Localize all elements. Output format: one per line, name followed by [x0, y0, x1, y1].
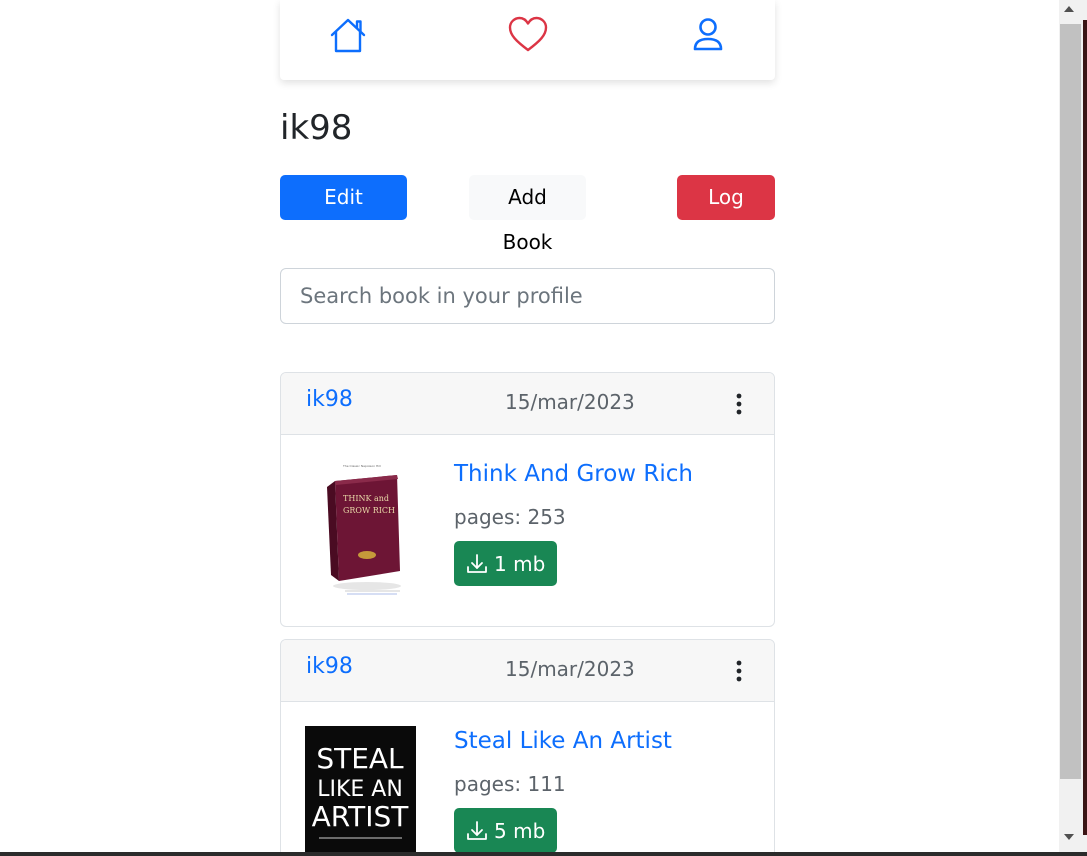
edit-profile-button[interactable]: Edit profile [280, 175, 407, 254]
cover-title-line-2: LIKE AN [317, 777, 403, 802]
search-book-input[interactable] [280, 268, 775, 324]
book-cover-image[interactable]: The Classic Napoleon Hill THINK and GROW… [305, 459, 416, 603]
logout-button[interactable]: Log out [677, 175, 775, 254]
add-book-button[interactable]: Add Book [469, 175, 586, 254]
scroll-up-arrow-icon[interactable] [1064, 6, 1074, 12]
scroll-down-arrow-icon[interactable] [1064, 834, 1074, 840]
scrollbar-thumb[interactable] [1060, 24, 1081, 779]
book-date: 15/mar/2023 [505, 390, 635, 414]
book-owner-link[interactable]: ik98 [306, 654, 353, 679]
profile-username: ik98 [280, 108, 353, 148]
pages-count: 253 [527, 505, 566, 529]
pages-label: pages: [454, 505, 522, 529]
cover-title-line-2: GROW RICH [343, 506, 395, 515]
window-edge [1083, 20, 1087, 835]
cover-title-line-3: ARTIST [312, 800, 410, 833]
download-size: 1 mb [494, 551, 546, 576]
more-options-icon[interactable] [729, 391, 749, 417]
download-button[interactable]: 1 mb [454, 541, 558, 586]
download-icon [466, 553, 488, 575]
pages-count: 111 [527, 772, 566, 796]
more-options-icon[interactable] [729, 658, 749, 684]
book-owner-link[interactable]: ik98 [306, 387, 353, 412]
home-icon[interactable] [328, 15, 368, 55]
book-pages: pages: 253 [454, 505, 566, 529]
card-header: ik98 15/mar/2023 [281, 640, 774, 702]
book-pages: pages: 111 [454, 772, 566, 796]
pages-label: pages: [454, 772, 522, 796]
top-navbar [280, 0, 775, 80]
user-icon[interactable] [688, 15, 728, 55]
heart-icon[interactable] [508, 15, 548, 55]
window-bottom-border [0, 852, 1087, 856]
cover-title-line-1: STEAL [316, 742, 404, 775]
svg-text:The Classic Napoleon Hill: The Classic Napoleon Hill [342, 464, 381, 468]
book-title-link[interactable]: Steal Like An Artist [454, 728, 672, 754]
cover-title-line-1: THINK and [343, 494, 389, 503]
book-cover-image[interactable]: STEAL LIKE AN ARTIST [305, 726, 416, 856]
book-title-link[interactable]: Think And Grow Rich [454, 461, 693, 487]
book-card: ik98 15/mar/2023 The Classic Napoleon Hi… [280, 372, 775, 627]
book-card: ik98 15/mar/2023 STEAL LIKE AN ARTIST St… [280, 639, 775, 856]
book-date: 15/mar/2023 [505, 657, 635, 681]
download-size: 5 mb [494, 818, 546, 843]
download-icon [466, 820, 488, 842]
card-header: ik98 15/mar/2023 [281, 373, 774, 435]
page: ik98 Edit profile Add Book Log out ik98 … [0, 0, 1059, 856]
download-button[interactable]: 5 mb [454, 808, 558, 853]
